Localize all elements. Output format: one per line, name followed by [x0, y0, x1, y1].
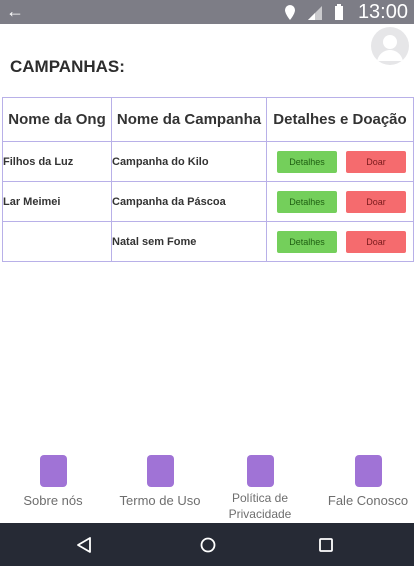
- page-title: CAMPANHAS:: [10, 57, 125, 76]
- battery-icon: [335, 4, 343, 20]
- ong-name-cell: [2, 221, 112, 262]
- status-icons: [285, 4, 343, 20]
- system-nav-bar: [0, 523, 414, 566]
- contact-square-icon: [354, 455, 382, 487]
- column-header-ong: Nome da Ong: [2, 97, 112, 142]
- avatar[interactable]: [371, 27, 409, 65]
- footer-item-fale-conosco[interactable]: Fale Conosco: [318, 455, 414, 508]
- footer-nav: Sobre nós Termo de Uso Política de Priva…: [0, 455, 414, 523]
- donate-button[interactable]: Doar: [346, 230, 406, 253]
- donate-button[interactable]: Doar: [346, 190, 406, 213]
- info-square-icon: [39, 455, 67, 487]
- column-header-detalhes: Detalhes e Doação: [266, 97, 414, 142]
- location-pin-icon: [285, 5, 295, 20]
- details-button[interactable]: Detalhes: [277, 150, 337, 173]
- status-time: 13:00: [357, 1, 408, 23]
- campaign-table: Nome da Ong Nome da Campanha Detalhes e …: [2, 97, 414, 262]
- actions-cell: Detalhes Doar: [266, 181, 414, 222]
- table-row: Lar Meimei Campanha da Páscoa Detalhes D…: [2, 181, 414, 222]
- footer-item-label: Sobre nós: [23, 493, 83, 508]
- actions-cell: Detalhes Doar: [266, 221, 414, 262]
- status-bar: ← 13:00: [0, 0, 414, 24]
- recents-square-icon: [319, 537, 333, 552]
- signal-icon: [308, 6, 322, 20]
- campaign-name-cell: Natal sem Fome: [111, 221, 267, 262]
- table-header-row: Nome da Ong Nome da Campanha Detalhes e …: [2, 97, 414, 142]
- user-icon: [377, 35, 403, 61]
- actions-cell: Detalhes Doar: [266, 141, 414, 182]
- back-arrow-icon[interactable]: ←: [6, 1, 24, 21]
- footer-item-label: Termo de Uso: [119, 493, 201, 508]
- ong-name-cell: Lar Meimei: [2, 181, 112, 222]
- table-row: Natal sem Fome Detalhes Doar: [2, 221, 414, 262]
- footer-item-sobre-nos[interactable]: Sobre nós: [3, 455, 103, 508]
- table-row: Filhos da Luz Campanha do Kilo Detalhes …: [2, 141, 414, 182]
- ong-name-cell: Filhos da Luz: [2, 141, 112, 182]
- details-button[interactable]: Detalhes: [277, 230, 337, 253]
- system-back-button[interactable]: [54, 523, 114, 566]
- campaign-name-cell: Campanha do Kilo: [111, 141, 267, 182]
- document-square-icon: [146, 455, 174, 487]
- footer-item-politica-privacidade[interactable]: Política de Privacidade: [210, 455, 310, 522]
- donate-button[interactable]: Doar: [346, 150, 406, 173]
- footer-item-label: Política de Privacidade: [228, 491, 292, 521]
- column-header-campanha: Nome da Campanha: [111, 97, 267, 142]
- footer-item-label: Fale Conosco: [327, 493, 409, 508]
- system-home-button[interactable]: [178, 523, 238, 566]
- home-circle-icon: [200, 537, 216, 552]
- system-recents-button[interactable]: [296, 523, 356, 566]
- back-triangle-icon: [77, 536, 91, 553]
- footer-item-termo-de-uso[interactable]: Termo de Uso: [110, 455, 210, 508]
- details-button[interactable]: Detalhes: [277, 190, 337, 213]
- privacy-square-icon: [246, 455, 274, 487]
- campaign-name-cell: Campanha da Páscoa: [111, 181, 267, 222]
